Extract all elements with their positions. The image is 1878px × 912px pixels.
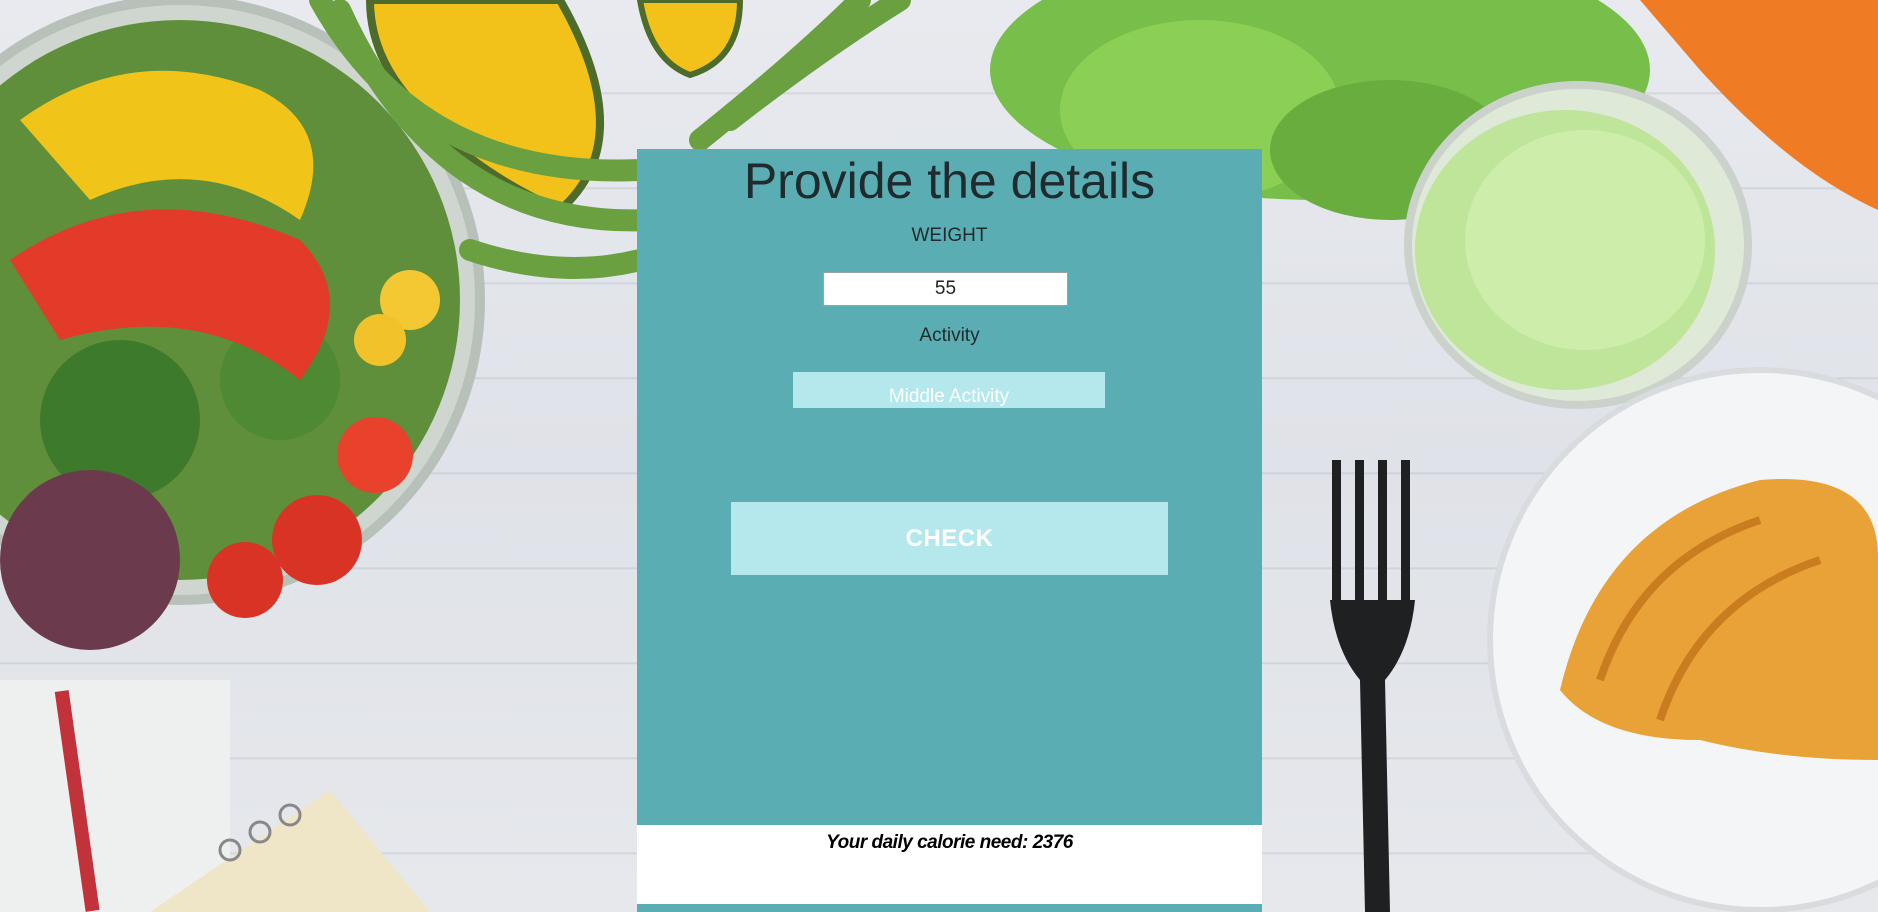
- calorie-result-text: Your daily calorie need: 2376: [826, 832, 1073, 853]
- result-box: Your daily calorie need: 2376: [637, 825, 1262, 904]
- weight-input[interactable]: [823, 272, 1068, 306]
- check-button[interactable]: CHECK: [731, 502, 1168, 575]
- towel-icon: [0, 680, 230, 912]
- croissant-plate-icon: [1487, 367, 1878, 912]
- juice-glass-icon: [1404, 81, 1752, 409]
- details-form-panel: Provide the details WEIGHT Activity Midd…: [637, 149, 1262, 912]
- activity-label: Activity: [919, 325, 980, 346]
- activity-select[interactable]: Middle Activity: [793, 372, 1105, 408]
- weight-label: WEIGHT: [911, 225, 988, 246]
- fork-icon: [1330, 460, 1415, 912]
- page-title: Provide the details: [743, 153, 1156, 209]
